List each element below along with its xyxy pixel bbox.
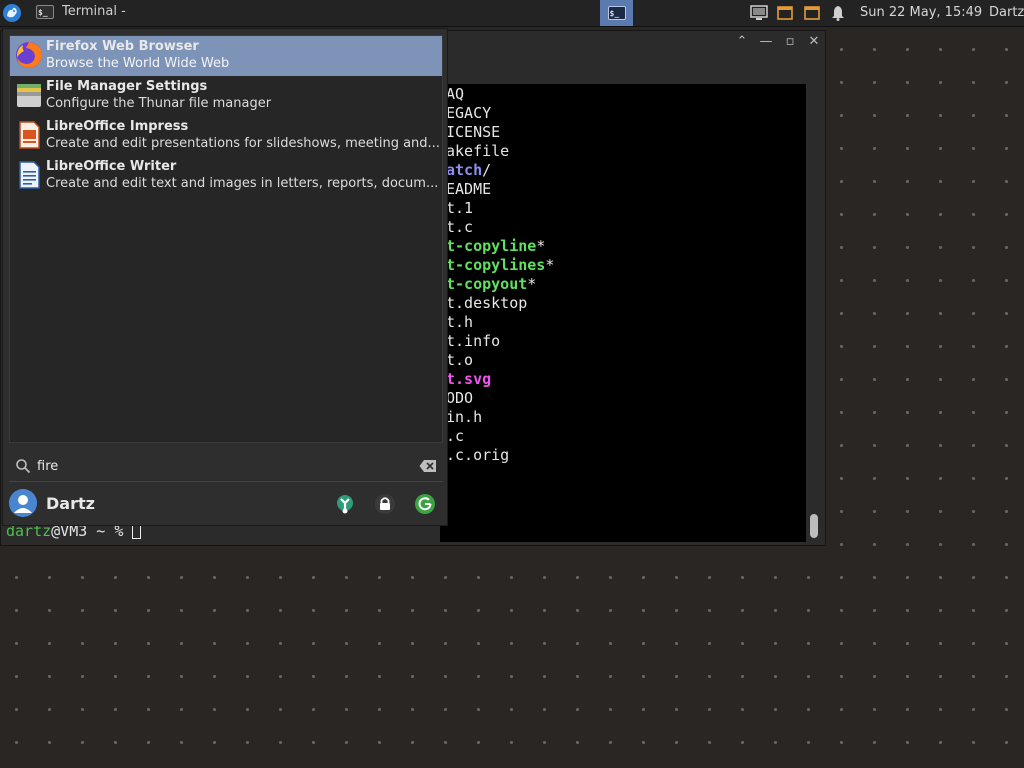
terminal-line-text: EADME [446,180,492,198]
user-name: Dartz [46,494,95,513]
terminal-line-text: t.1 [446,199,474,217]
result-name: File Manager Settings [46,79,208,94]
result-description: Configure the Thunar file manager [46,96,272,111]
whisker-menu-button[interactable] [2,3,22,23]
terminal-line-text: ODO [446,389,474,407]
terminal-line: t.desktop [446,294,554,313]
taskbar-window-title: Terminal - [62,4,126,19]
terminal-line: EGACY [446,104,554,123]
terminal-line: AQ [446,85,554,104]
network-status[interactable] [749,4,769,22]
terminal-line-text: t-copylines [446,256,546,274]
close-button[interactable]: ✕ [806,34,822,49]
terminal-line: t-copyline* [446,237,554,256]
terminal-line-text: akefile [446,142,510,160]
terminal-scrollbar[interactable] [810,514,818,538]
terminal-line: atch/ [446,161,554,180]
top-panel: $_ Terminal - $_ Sun 22 May, 15:49 Dartz [0,0,1024,27]
terminal-icon: $_ [36,4,54,19]
terminal-line-suffix: * [536,237,546,255]
terminal-line: ICENSE [446,123,554,142]
terminal-line: t.o [446,351,554,370]
terminal-line: ODO [446,389,554,408]
terminal-line: .c [446,427,554,446]
maximize-button[interactable]: ▫ [782,34,798,49]
terminal-line: t.h [446,313,554,332]
window-controls: ⌃ — ▫ ✕ [734,34,822,49]
terminal-line-text: t.desktop [446,294,528,312]
notification-bell-icon [832,6,844,21]
terminal-line: EADME [446,180,554,199]
terminal-line: t.c [446,218,554,237]
notifications-button[interactable] [829,4,847,22]
terminal-line: t-copyout* [446,275,554,294]
search-icon [16,459,31,474]
result-name: LibreOffice Writer [46,159,177,174]
settings-manager-icon[interactable] [334,493,356,515]
terminal-line-text: t.info [446,332,501,350]
terminal-line-text: ICENSE [446,123,501,141]
lock-screen-icon[interactable] [374,493,396,515]
terminal-line: t.1 [446,199,554,218]
terminal-line-suffix: * [527,275,537,293]
file-manager-settings-icon [17,84,41,107]
terminal-line-text: t.o [446,351,474,369]
notes-icon [777,6,793,20]
whisker-menu: Firefox Web Browser Browse the World Wid… [2,28,448,526]
terminal-line-text: in.h [446,408,483,426]
terminal-line-text: t.svg [446,370,492,388]
terminal-line-text: t.h [446,313,474,331]
result-libreoffice-impress[interactable]: LibreOffice Impress Create and edit pres… [10,116,442,156]
terminal-line: in.h [446,408,554,427]
terminal-line-text: .c [446,427,465,445]
terminal-line: .c.orig [446,446,554,465]
clock[interactable]: Sun 22 May, 15:49 [860,5,982,20]
terminal-line-text: t-copyline [446,237,537,255]
terminal-line: akefile [446,142,554,161]
result-name: LibreOffice Impress [46,119,189,134]
terminal-line: t.info [446,332,554,351]
terminal-line-suffix: * [545,256,555,274]
result-name: Firefox Web Browser [46,39,199,54]
search-input[interactable] [37,455,397,477]
clear-text-icon[interactable] [419,459,437,473]
result-description: Browse the World Wide Web [46,56,230,71]
menu-divider [9,481,443,482]
network-icon [750,5,768,20]
workspace-switcher-active[interactable]: $_ [600,0,633,26]
terminal-icon: $_ [607,6,626,20]
result-firefox[interactable]: Firefox Web Browser Browse the World Wid… [10,36,442,76]
libreoffice-writer-icon [19,161,40,189]
notes-icon [804,6,820,20]
result-file-manager-settings[interactable]: File Manager Settings Configure the Thun… [10,76,442,116]
terminal-line-text: .c.orig [446,446,510,464]
terminal-line-text: t-copyout [446,275,528,293]
terminal-line-text: AQ [446,85,465,103]
whisker-menu-icon [3,4,21,22]
terminal-line-suffix: / [482,161,492,179]
avatar [9,489,37,517]
shade-button[interactable]: ⌃ [734,34,750,49]
panel-user-name[interactable]: Dartz [989,5,1024,20]
terminal-line-text: EGACY [446,104,492,122]
firefox-icon [16,42,42,68]
user-row: Dartz [9,487,443,521]
libreoffice-impress-icon [19,121,40,149]
result-libreoffice-writer[interactable]: LibreOffice Writer Create and edit text … [10,156,442,196]
result-description: Create and edit presentations for slides… [46,136,440,151]
terminal-line-text: t.c [446,218,474,236]
taskbar-terminal-item[interactable]: $_ Terminal - [36,4,126,19]
search-bar [9,453,443,479]
minimize-button[interactable]: — [758,34,774,49]
terminal-line: t.svg [446,370,554,389]
search-results-list: Firefox Web Browser Browse the World Wid… [9,35,443,443]
terminal-output-lines: AQ EGACY ICENSE akefile atch/EADME t.1 t.c t-co… [446,85,554,465]
result-description: Create and edit text and images in lette… [46,176,439,191]
notes-tray-2[interactable] [803,4,821,22]
terminal-line: t-copylines* [446,256,554,275]
notes-tray-1[interactable] [776,4,794,22]
terminal-line-text: atch [446,161,483,179]
logout-icon[interactable] [414,493,436,515]
